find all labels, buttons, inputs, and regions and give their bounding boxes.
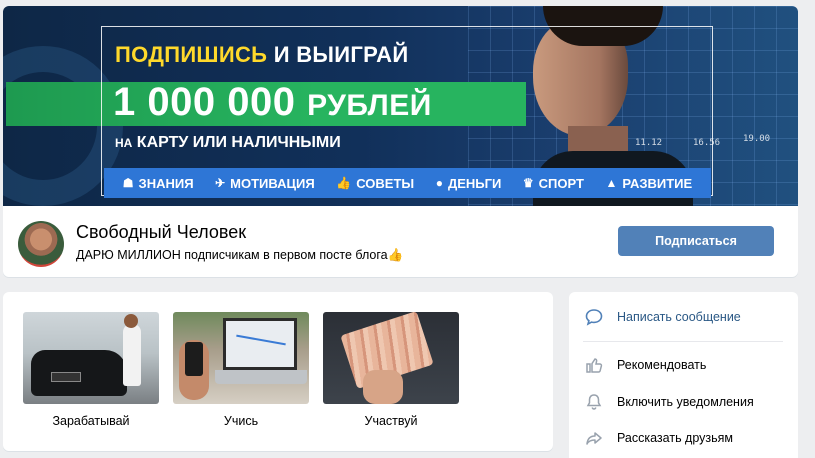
album-participate-thumbnail[interactable] [323,312,459,404]
thumbs-up-emoji-icon: 👍 [387,248,404,262]
album-learn-thumbnail[interactable] [173,312,309,404]
album-earn-caption[interactable]: Зарабатывай [23,414,159,428]
recommend-label: Рекомендовать [617,358,707,372]
subscribe-button[interactable]: Подписаться [618,226,774,256]
category-bar: ☗ ЗНАНИЯ ✈ МОТИВАЦИЯ 👍 СОВЕТЫ ● ДЕНЬГИ ♛ СПОР… [104,168,711,198]
enable-notifications-button[interactable]: Включить уведомления [583,391,754,413]
message-bubble-icon [583,306,605,328]
category-advice: 👍 СОВЕТЫ [336,175,415,191]
bell-icon [583,391,605,413]
share-label: Рассказать друзьям [617,431,734,445]
send-message-button[interactable]: Написать сообщение [583,306,741,328]
share-button[interactable]: Рассказать друзьям [583,427,733,449]
trophy-icon: ♛ [522,176,534,190]
chart-icon: ▲ [605,176,618,190]
page-title: Свободный Человек [76,222,247,242]
plane-icon: ✈ [215,176,226,190]
thumbs-up-icon: 👍 [336,176,352,190]
cover-banner: 11.12 16.56 19.00 ПОДПИШИСЬ И ВЫИГРАЙ 1 … [3,6,798,206]
share-arrow-icon [583,427,605,449]
recommend-button[interactable]: Рекомендовать [583,354,706,376]
category-money: ● ДЕНЬГИ [435,175,502,191]
brain-icon: ☗ [122,176,134,190]
thumbs-up-icon [583,354,605,376]
chart-number: 19.00 [743,134,771,144]
album-learn-caption[interactable]: Учись [173,414,309,428]
status-text: ДАРЮ МИЛЛИОН подписчикам в первом посте … [76,248,404,262]
coin-icon: ● [435,176,443,190]
album-participate-caption[interactable]: Участвуй [323,414,459,428]
divider [583,341,783,342]
avatar[interactable] [18,221,64,267]
album-earn-thumbnail[interactable] [23,312,159,404]
profile-header: Свободный Человек ДАРЮ МИЛЛИОН подписчик… [3,206,798,277]
send-message-label: Написать сообщение [617,310,741,324]
cover-amount: 1 000 000 РУБЛЕЙ [113,80,432,124]
menu-card: Зарабатывай Учись Участвуй [3,292,553,451]
category-sport: ♛ СПОРТ [522,175,584,191]
cover-headline: ПОДПИШИСЬ И ВЫИГРАЙ [115,42,409,67]
actions-card: Написать сообщение Рекомендовать Включит… [569,292,798,458]
enable-notifications-label: Включить уведомления [617,395,754,409]
category-motivation: ✈ МОТИВАЦИЯ [215,175,315,191]
category-knowledge: ☗ ЗНАНИЯ [122,175,194,191]
category-development: ▲ РАЗВИТИЕ [605,175,693,191]
cover-subtitle: НА КАРТУ ИЛИ НАЛИЧНЫМИ [115,134,341,151]
